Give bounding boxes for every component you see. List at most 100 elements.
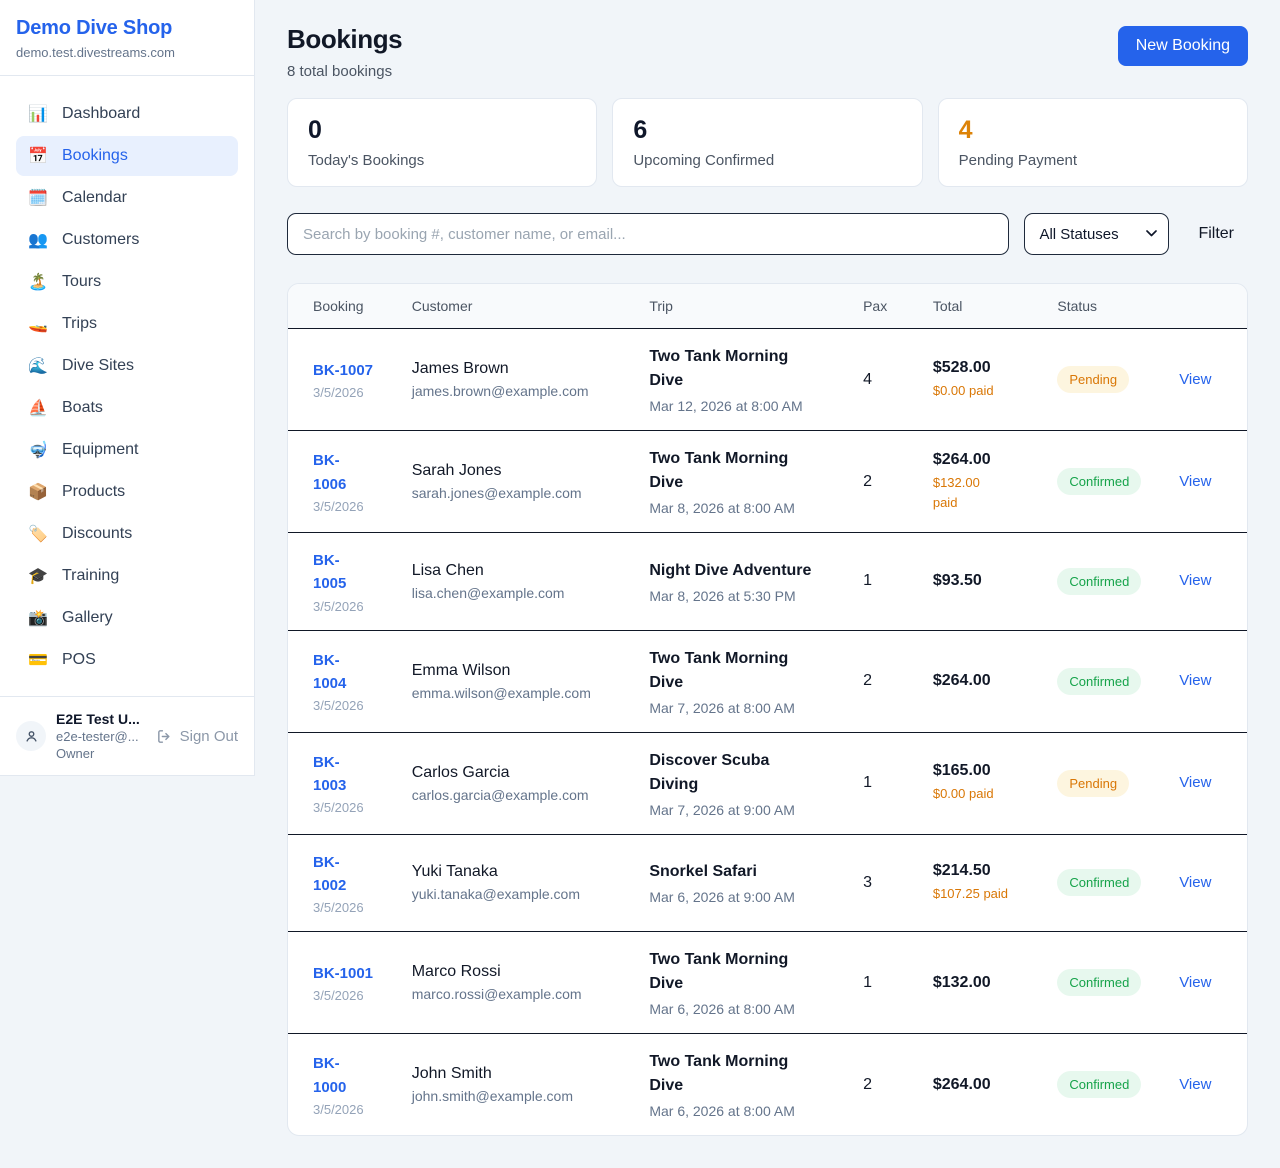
- user-role: Owner: [56, 746, 146, 761]
- actions-cell: View: [1167, 1034, 1247, 1136]
- controls-row: All Statuses Filter: [287, 213, 1248, 255]
- view-link[interactable]: View: [1179, 572, 1211, 589]
- sidebar-item-calendar[interactable]: 🗓️Calendar: [16, 178, 238, 218]
- booking-date: 3/5/2026: [313, 1102, 388, 1117]
- stat-value: 0: [308, 116, 576, 145]
- sidebar-item-training[interactable]: 🎓Training: [16, 556, 238, 596]
- total-amount: $214.50: [933, 862, 1034, 880]
- sidebar-nav: 📊Dashboard📅Bookings🗓️Calendar👥Customers🏝…: [0, 76, 254, 696]
- column-header-total: Total: [921, 284, 1046, 329]
- customer-email: john.smith@example.com: [412, 1088, 626, 1104]
- sidebar-item-label: Discounts: [62, 525, 132, 543]
- booking-date: 3/5/2026: [313, 698, 388, 713]
- user-info: E2E Test U... e2e-tester@... Owner: [56, 711, 146, 761]
- status-badge: Confirmed: [1057, 869, 1141, 896]
- sidebar-item-label: Dive Sites: [62, 357, 134, 375]
- status-badge: Confirmed: [1057, 1071, 1141, 1098]
- status-cell: Confirmed: [1045, 834, 1167, 932]
- sidebar-item-label: Calendar: [62, 189, 127, 207]
- actions-cell: View: [1167, 630, 1247, 732]
- pax-count: 2: [863, 473, 909, 491]
- main-content: Bookings 8 total bookings New Booking 0T…: [255, 0, 1280, 1168]
- booking-id-link[interactable]: BK- 1002: [313, 851, 388, 898]
- total-cell: $264.00$132.00 paid: [921, 431, 1046, 533]
- view-link[interactable]: View: [1179, 672, 1211, 689]
- trip-cell: Two Tank Morning DiveMar 7, 2026 at 8:00…: [637, 630, 851, 732]
- island-icon: 🏝️: [28, 272, 48, 292]
- table-row: BK- 10053/5/2026Lisa Chenlisa.chen@examp…: [288, 533, 1247, 631]
- sidebar-item-dashboard[interactable]: 📊Dashboard: [16, 94, 238, 134]
- sign-out-button[interactable]: Sign Out: [156, 728, 238, 745]
- filter-button[interactable]: Filter: [1184, 225, 1248, 243]
- total-cell: $264.00: [921, 630, 1046, 732]
- trip-datetime: Mar 6, 2026 at 8:00 AM: [649, 1001, 839, 1017]
- view-link[interactable]: View: [1179, 371, 1211, 388]
- trip-cell: Two Tank Morning DiveMar 12, 2026 at 8:0…: [637, 329, 851, 431]
- trip-datetime: Mar 8, 2026 at 5:30 PM: [649, 588, 839, 604]
- person-icon: [24, 729, 39, 744]
- actions-cell: View: [1167, 732, 1247, 834]
- credit-card-icon: 💳: [28, 650, 48, 670]
- sidebar-item-equipment[interactable]: 🤿Equipment: [16, 430, 238, 470]
- sidebar-item-label: Customers: [62, 231, 139, 249]
- status-filter-select[interactable]: All Statuses: [1024, 213, 1169, 255]
- user-email: e2e-tester@...: [56, 729, 146, 744]
- bookings-table-card: BookingCustomerTripPaxTotalStatus BK-100…: [287, 283, 1248, 1136]
- view-link[interactable]: View: [1179, 1076, 1211, 1093]
- paid-amount: $107.25 paid: [933, 884, 1034, 904]
- column-header-actions: [1167, 284, 1247, 329]
- speedboat-icon: 🚤: [28, 314, 48, 334]
- sidebar-item-trips[interactable]: 🚤 Trips: [16, 304, 238, 344]
- pax-cell: 1: [851, 932, 921, 1034]
- booking-cell: BK- 1006 3/5/2026: [288, 431, 400, 533]
- status-cell: Confirmed: [1045, 932, 1167, 1034]
- sidebar-item-gallery[interactable]: 📸Gallery: [16, 598, 238, 638]
- trip-name: Two Tank Morning Dive: [649, 647, 839, 695]
- booking-id-link[interactable]: BK-1001: [313, 962, 388, 985]
- shop-name: Demo Dive Shop: [16, 17, 238, 40]
- sidebar-item-label: Tours: [62, 273, 101, 291]
- sidebar-item-customers[interactable]: 👥Customers: [16, 220, 238, 260]
- view-link[interactable]: View: [1179, 473, 1211, 490]
- sidebar-item-tours[interactable]: 🏝️ Tours: [16, 262, 238, 302]
- column-header-booking: Booking: [288, 284, 400, 329]
- table-row: BK- 10003/5/2026John Smithjohn.smith@exa…: [288, 1034, 1247, 1136]
- sidebar-item-label: Trips: [62, 315, 97, 333]
- booking-id-link[interactable]: BK- 1006: [313, 449, 388, 496]
- booking-id-link[interactable]: BK- 1004: [313, 649, 388, 696]
- booking-id-link[interactable]: BK- 1000: [313, 1052, 388, 1099]
- trip-datetime: Mar 7, 2026 at 9:00 AM: [649, 802, 839, 818]
- stat-card-pending-payment: 4Pending Payment: [938, 98, 1248, 187]
- sidebar-item-bookings[interactable]: 📅Bookings: [16, 136, 238, 176]
- booking-date: 3/5/2026: [313, 385, 388, 400]
- sidebar-item-dive-sites[interactable]: 🌊Dive Sites: [16, 346, 238, 386]
- sidebar-item-label: Products: [62, 483, 125, 501]
- sidebar-item-label: Dashboard: [62, 105, 140, 123]
- trip-cell: Two Tank Morning DiveMar 6, 2026 at 8:00…: [637, 1034, 851, 1136]
- search-input[interactable]: [287, 213, 1009, 255]
- actions-cell: View: [1167, 834, 1247, 932]
- new-booking-button[interactable]: New Booking: [1118, 26, 1248, 66]
- pax-count: 1: [863, 974, 909, 992]
- table-header-row: BookingCustomerTripPaxTotalStatus: [288, 284, 1247, 329]
- view-link[interactable]: View: [1179, 974, 1211, 991]
- booking-date: 3/5/2026: [313, 900, 388, 915]
- actions-cell: View: [1167, 431, 1247, 533]
- pax-cell: 1: [851, 533, 921, 631]
- sidebar-item-boats[interactable]: ⛵Boats: [16, 388, 238, 428]
- column-header-status: Status: [1045, 284, 1167, 329]
- pax-cell: 3: [851, 834, 921, 932]
- booking-date: 3/5/2026: [313, 499, 388, 514]
- pax-cell: 4: [851, 329, 921, 431]
- pax-count: 1: [863, 774, 909, 792]
- booking-id-link[interactable]: BK-1007: [313, 359, 388, 382]
- view-link[interactable]: View: [1179, 774, 1211, 791]
- sidebar-item-label: Gallery: [62, 609, 113, 627]
- booking-id-link[interactable]: BK- 1003: [313, 751, 388, 798]
- total-amount: $93.50: [933, 572, 1034, 590]
- booking-id-link[interactable]: BK- 1005: [313, 549, 388, 596]
- sidebar-item-discounts[interactable]: 🏷️Discounts: [16, 514, 238, 554]
- view-link[interactable]: View: [1179, 874, 1211, 891]
- sidebar-item-products[interactable]: 📦Products: [16, 472, 238, 512]
- sidebar-item-pos[interactable]: 💳POS: [16, 640, 238, 680]
